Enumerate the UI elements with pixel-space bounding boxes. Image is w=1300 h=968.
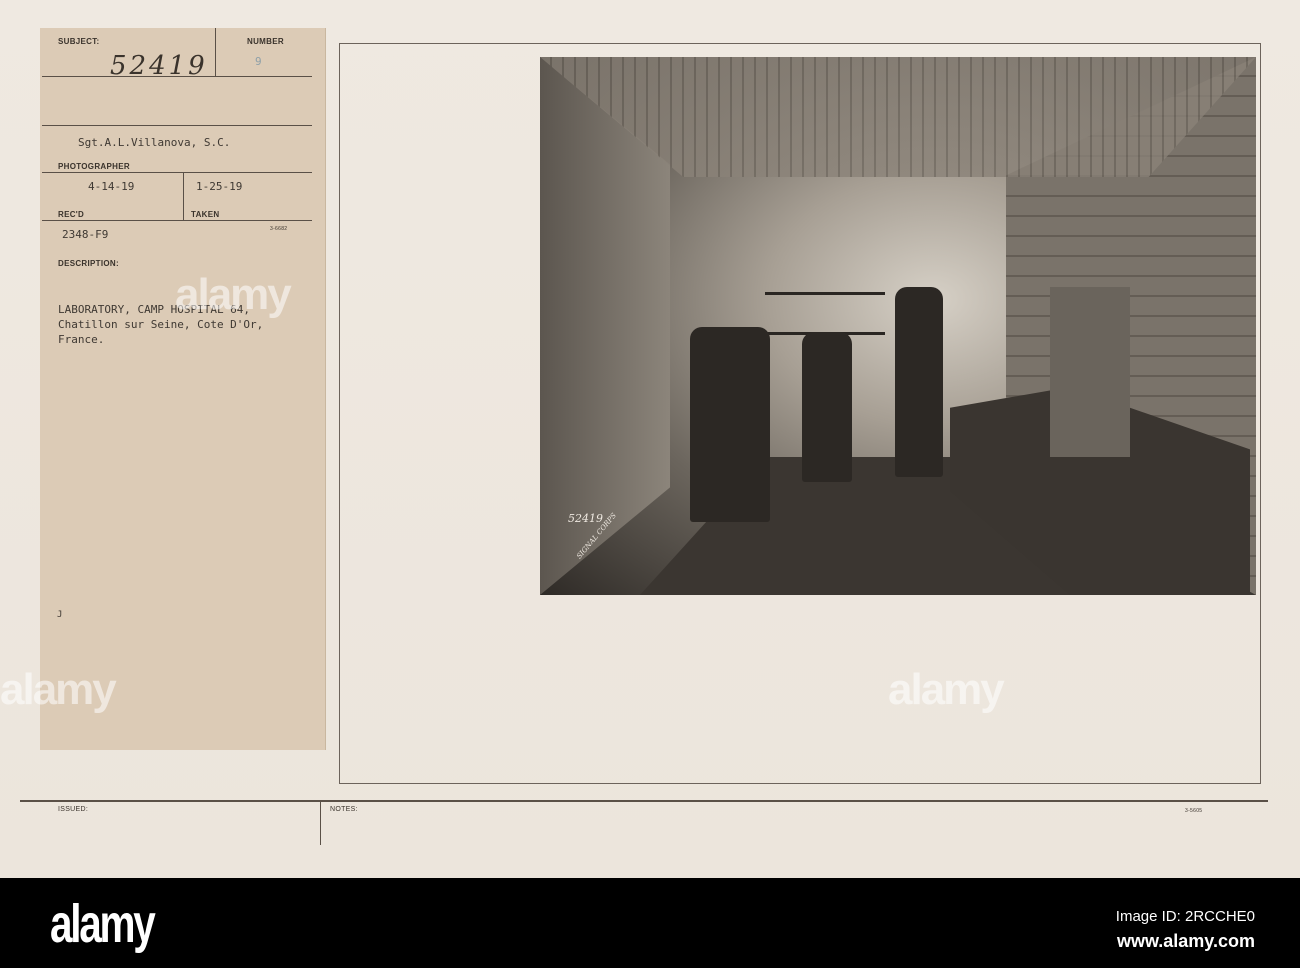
alamy-logo: alamy [50, 894, 156, 954]
shelf [765, 292, 885, 295]
form-code: 3-6682 [270, 226, 288, 232]
watermark: alamy [0, 665, 117, 714]
photographer-name: Sgt.A.L.Villanova, S.C. [78, 136, 231, 149]
photographer-label: PHOTOGRAPHER [58, 162, 130, 171]
issued-label: ISSUED: [58, 806, 89, 813]
number-value: 9 [255, 55, 262, 68]
laboratory-photo: 52419 SIGNAL CORPS [540, 57, 1256, 595]
footer-bar [0, 878, 1300, 968]
person-microscope [690, 327, 770, 522]
photo-stamp-number: 52419 [568, 512, 603, 525]
divider [42, 220, 312, 221]
info-panel: SUBJECT: 52419 NUMBER 9 Sgt.A.L.Villanov… [40, 28, 326, 750]
watermark: alamy [888, 665, 1005, 714]
person-standing [895, 287, 943, 477]
notes-label: NOTES: [330, 806, 358, 813]
divider [215, 28, 216, 76]
taken-date: 1-25-19 [196, 180, 243, 193]
divider [42, 76, 312, 77]
divider [20, 800, 1268, 802]
divider [42, 172, 312, 173]
person-seated [802, 332, 852, 482]
description-line: France. [58, 333, 105, 346]
sterilizer [1050, 287, 1130, 457]
divider [42, 125, 312, 126]
archive-card: SUBJECT: 52419 NUMBER 9 Sgt.A.L.Villanov… [0, 0, 1300, 878]
recd-date: 4-14-19 [88, 180, 135, 193]
card-mark: J [57, 610, 63, 620]
taken-label: TAKEN [191, 210, 220, 219]
image-id: Image ID: 2RCCHE0 [1115, 908, 1255, 925]
divider [183, 172, 184, 220]
divider [320, 800, 321, 845]
file-code: 2348-F9 [62, 228, 109, 241]
number-label: NUMBER [247, 37, 284, 46]
subject-label: SUBJECT: [58, 37, 100, 46]
description-label: DESCRIPTION: [58, 259, 119, 268]
form-code-bottom: 3-5605 [1185, 808, 1203, 814]
site-link[interactable]: www.alamy.com [1117, 931, 1255, 952]
watermark: alamy [175, 270, 292, 319]
recd-label: REC'D [58, 210, 85, 219]
